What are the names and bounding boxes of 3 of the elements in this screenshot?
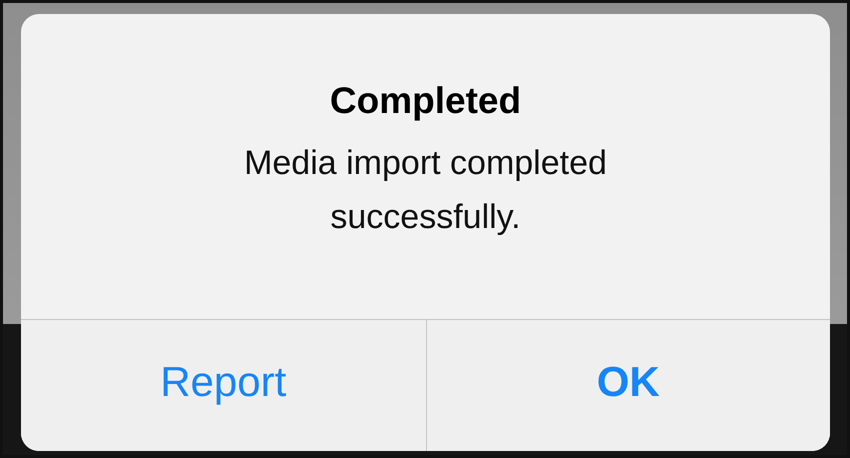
alert-message: Media import completed successfully. bbox=[243, 143, 608, 238]
alert-title: Completed bbox=[330, 80, 522, 122]
ok-button[interactable]: OK bbox=[426, 320, 830, 451]
